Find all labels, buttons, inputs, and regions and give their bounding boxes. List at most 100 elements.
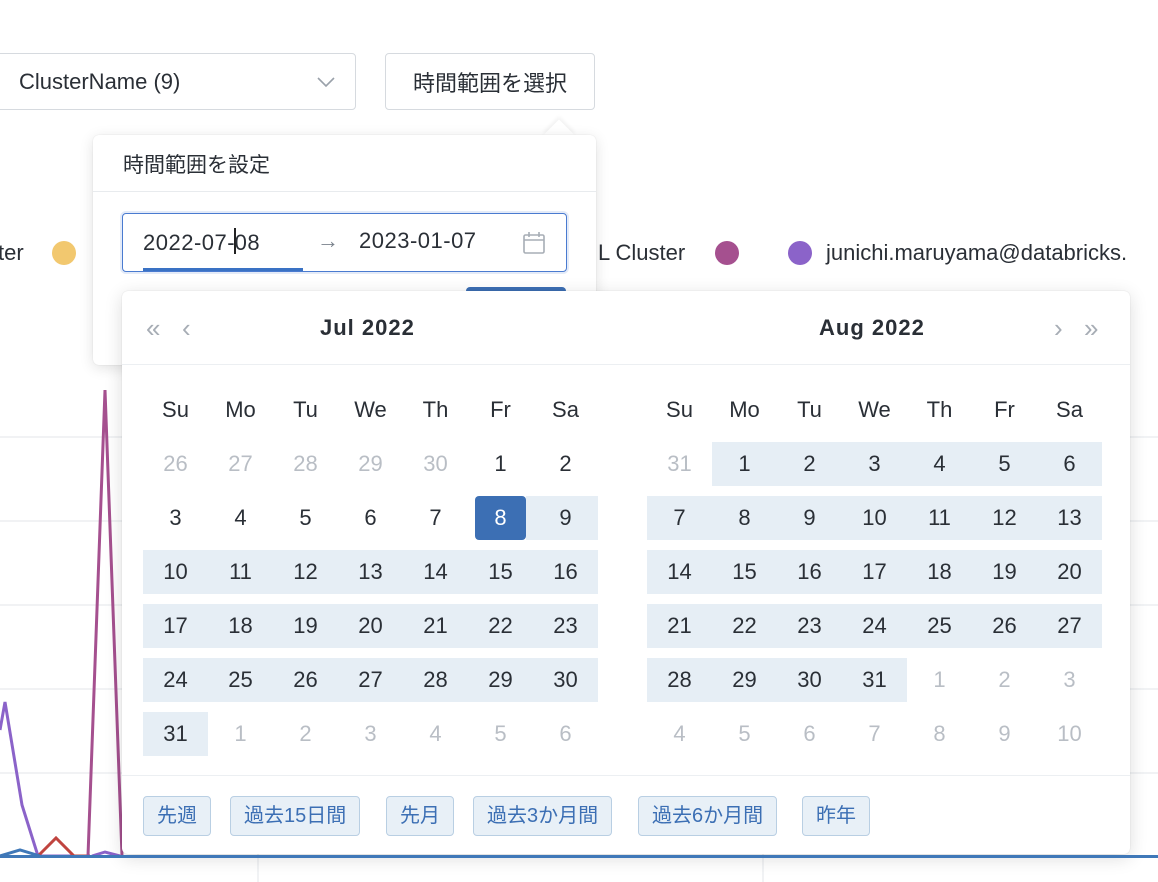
- day-cell[interactable]: 6: [1037, 437, 1102, 491]
- left-month-title[interactable]: Jul 2022: [320, 315, 415, 341]
- day-cell[interactable]: 21: [403, 599, 468, 653]
- day-cell[interactable]: 19: [273, 599, 338, 653]
- day-cell[interactable]: 7: [403, 491, 468, 545]
- end-date-field[interactable]: 2023-01-07: [359, 228, 477, 254]
- day-cell[interactable]: 24: [842, 599, 907, 653]
- day-cell[interactable]: 27: [208, 437, 273, 491]
- day-cell[interactable]: 31: [842, 653, 907, 707]
- day-cell[interactable]: 21: [647, 599, 712, 653]
- day-cell[interactable]: 8: [712, 491, 777, 545]
- day-cell[interactable]: 5: [712, 707, 777, 761]
- preset-last-week[interactable]: 先週: [143, 796, 211, 836]
- day-cell[interactable]: 18: [208, 599, 273, 653]
- day-cell[interactable]: 28: [403, 653, 468, 707]
- day-cell[interactable]: 4: [907, 437, 972, 491]
- preset-last-month[interactable]: 先月: [386, 796, 454, 836]
- preset-last-15-days[interactable]: 過去15日間: [230, 796, 361, 836]
- day-cell[interactable]: 27: [338, 653, 403, 707]
- day-cell[interactable]: 6: [338, 491, 403, 545]
- day-cell[interactable]: 2: [273, 707, 338, 761]
- day-cell[interactable]: 13: [338, 545, 403, 599]
- selected-day-cell[interactable]: 8: [468, 491, 533, 545]
- day-cell[interactable]: 9: [972, 707, 1037, 761]
- day-cell[interactable]: 8: [907, 707, 972, 761]
- day-cell[interactable]: 14: [647, 545, 712, 599]
- day-cell[interactable]: 5: [273, 491, 338, 545]
- day-cell[interactable]: 20: [1037, 545, 1102, 599]
- day-cell[interactable]: 16: [777, 545, 842, 599]
- day-cell[interactable]: 29: [712, 653, 777, 707]
- day-cell[interactable]: 11: [907, 491, 972, 545]
- day-cell[interactable]: 10: [143, 545, 208, 599]
- day-cell[interactable]: 11: [208, 545, 273, 599]
- day-cell[interactable]: 6: [533, 707, 598, 761]
- day-cell[interactable]: 10: [842, 491, 907, 545]
- day-cell[interactable]: 17: [842, 545, 907, 599]
- day-cell[interactable]: 10: [1037, 707, 1102, 761]
- preset-last-6-months[interactable]: 過去6か月間: [638, 796, 778, 836]
- prev-month-icon[interactable]: ‹: [182, 313, 191, 343]
- day-cell[interactable]: 4: [647, 707, 712, 761]
- day-cell[interactable]: 23: [777, 599, 842, 653]
- day-cell[interactable]: 23: [533, 599, 598, 653]
- day-cell[interactable]: 12: [273, 545, 338, 599]
- day-cell[interactable]: 24: [143, 653, 208, 707]
- cluster-name-select[interactable]: ClusterName (9): [0, 53, 356, 110]
- select-time-range-button[interactable]: 時間範囲を選択: [385, 53, 595, 110]
- day-cell[interactable]: 1: [712, 437, 777, 491]
- day-cell[interactable]: 29: [338, 437, 403, 491]
- next-year-icon[interactable]: »: [1084, 313, 1098, 343]
- day-cell[interactable]: 2: [533, 437, 598, 491]
- day-cell[interactable]: 5: [972, 437, 1037, 491]
- day-cell[interactable]: 22: [712, 599, 777, 653]
- day-cell[interactable]: 1: [208, 707, 273, 761]
- right-month-title[interactable]: Aug 2022: [819, 315, 925, 341]
- day-cell[interactable]: 25: [907, 599, 972, 653]
- day-cell[interactable]: 3: [1037, 653, 1102, 707]
- preset-last-3-months[interactable]: 過去3か月間: [473, 796, 613, 836]
- day-cell[interactable]: 27: [1037, 599, 1102, 653]
- preset-last-year[interactable]: 昨年: [802, 796, 870, 836]
- day-cell[interactable]: 2: [777, 437, 842, 491]
- day-cell[interactable]: 4: [403, 707, 468, 761]
- day-cell[interactable]: 2: [972, 653, 1037, 707]
- day-cell[interactable]: 5: [468, 707, 533, 761]
- day-cell[interactable]: 1: [907, 653, 972, 707]
- day-cell[interactable]: 3: [338, 707, 403, 761]
- day-cell[interactable]: 9: [777, 491, 842, 545]
- day-cell[interactable]: 26: [273, 653, 338, 707]
- day-cell[interactable]: 18: [907, 545, 972, 599]
- day-cell[interactable]: 7: [842, 707, 907, 761]
- day-cell[interactable]: 15: [468, 545, 533, 599]
- day-cell[interactable]: 30: [403, 437, 468, 491]
- day-cell[interactable]: 25: [208, 653, 273, 707]
- day-cell[interactable]: 14: [403, 545, 468, 599]
- day-cell[interactable]: 28: [273, 437, 338, 491]
- day-cell[interactable]: 3: [842, 437, 907, 491]
- day-cell[interactable]: 20: [338, 599, 403, 653]
- day-cell[interactable]: 9: [533, 491, 598, 545]
- day-cell[interactable]: 19: [972, 545, 1037, 599]
- day-cell[interactable]: 26: [143, 437, 208, 491]
- day-cell[interactable]: 15: [712, 545, 777, 599]
- day-cell[interactable]: 31: [647, 437, 712, 491]
- day-cell[interactable]: 30: [777, 653, 842, 707]
- day-cell[interactable]: 3: [143, 491, 208, 545]
- day-cell[interactable]: 7: [647, 491, 712, 545]
- next-month-icon[interactable]: ›: [1054, 313, 1063, 343]
- day-cell[interactable]: 22: [468, 599, 533, 653]
- day-cell[interactable]: 6: [777, 707, 842, 761]
- day-cell[interactable]: 4: [208, 491, 273, 545]
- day-cell[interactable]: 26: [972, 599, 1037, 653]
- day-cell[interactable]: 16: [533, 545, 598, 599]
- day-cell[interactable]: 28: [647, 653, 712, 707]
- day-cell[interactable]: 29: [468, 653, 533, 707]
- date-range-input[interactable]: 2022-07-08 → 2023-01-07: [122, 213, 567, 272]
- prev-year-icon[interactable]: «: [146, 313, 160, 343]
- day-cell[interactable]: 31: [143, 707, 208, 761]
- day-cell[interactable]: 30: [533, 653, 598, 707]
- start-date-field[interactable]: 2022-07-08: [143, 228, 260, 256]
- day-cell[interactable]: 12: [972, 491, 1037, 545]
- day-cell[interactable]: 13: [1037, 491, 1102, 545]
- day-cell[interactable]: 1: [468, 437, 533, 491]
